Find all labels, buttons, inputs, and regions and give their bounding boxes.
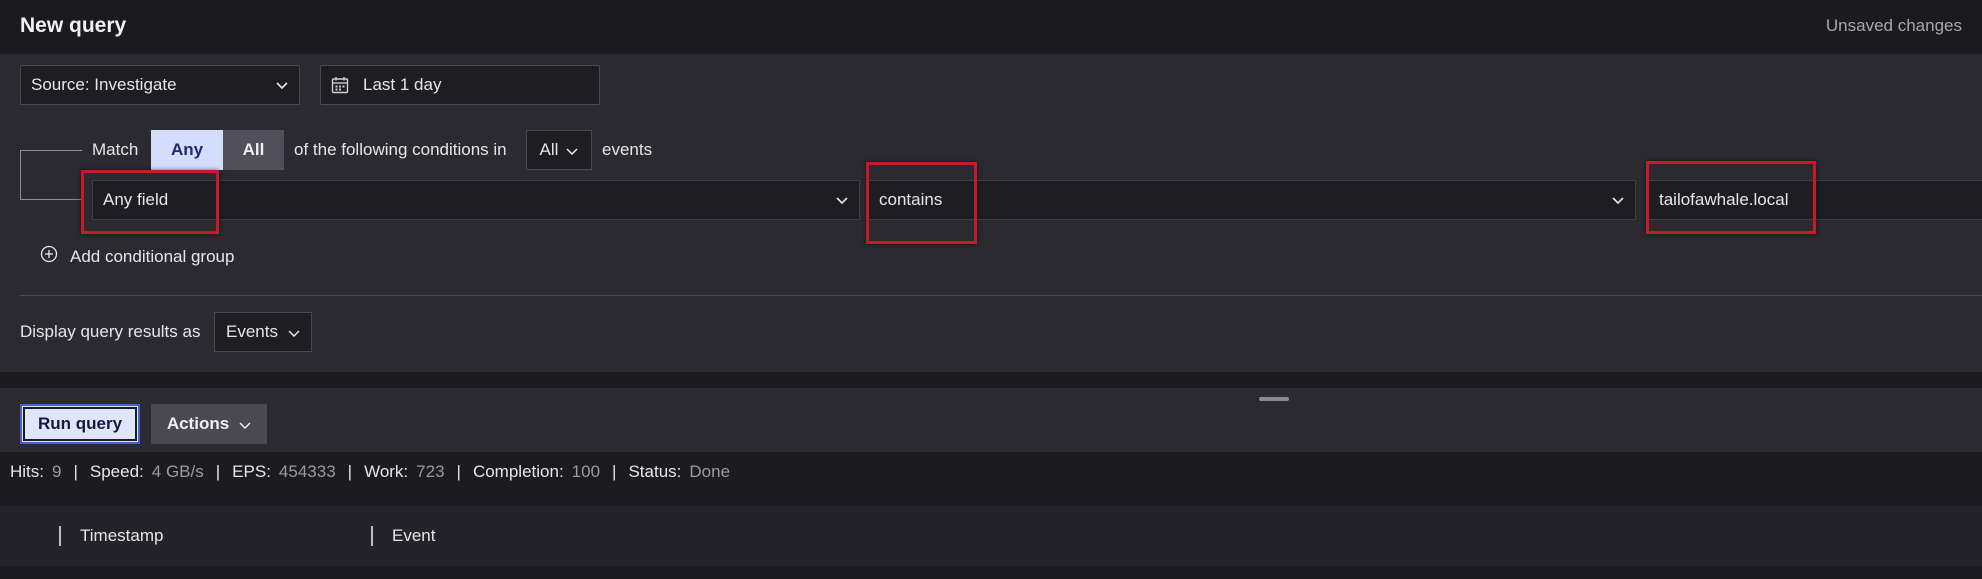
chevron-down-icon: [1611, 190, 1625, 210]
conditions-text: of the following conditions in: [294, 140, 507, 159]
stat-value: 100: [571, 462, 601, 481]
run-toolbar: [0, 388, 1982, 452]
stat-value: Done: [689, 462, 731, 481]
title-bar: [0, 0, 1982, 54]
date-range-label: Last 1 day: [363, 75, 442, 94]
chevron-down-icon: [288, 322, 300, 342]
event-scope-value: All: [539, 140, 559, 159]
query-stats: Hits: 9 | Speed: 4 GB/s | EPS: 454333 | Work: 7…: [10, 462, 731, 481]
stat-key: Hits:: [10, 462, 44, 481]
actions-label: Actions: [166, 414, 230, 433]
condition-group-bracket: [20, 150, 82, 200]
stat-key: Status:: [628, 462, 682, 481]
unsaved-status: Unsaved changes: [1825, 16, 1962, 35]
column-header-event[interactable]: Event: [392, 526, 435, 546]
plus-circle-icon: [40, 245, 58, 268]
add-conditional-group-label: Add conditional group: [70, 246, 235, 266]
resize-handle[interactable]: [1259, 397, 1289, 401]
stat-key: Completion:: [472, 462, 564, 481]
chevron-down-icon: [835, 190, 849, 210]
stat-value: 4 GB/s: [151, 462, 204, 481]
stat-key: EPS:: [232, 462, 271, 481]
display-results-select[interactable]: Events: [214, 312, 312, 352]
run-query-button[interactable]: Run query: [20, 404, 140, 444]
chevron-down-icon: [239, 414, 251, 434]
display-results-value: Events: [226, 322, 278, 341]
chevron-down-icon: [275, 75, 289, 95]
column-header-timestamp[interactable]: Timestamp: [80, 526, 163, 546]
source-select[interactable]: Source: Investigate: [20, 65, 300, 105]
calendar-icon: [331, 76, 349, 94]
stat-key: Speed:: [89, 462, 144, 481]
events-label: events: [602, 140, 653, 159]
panel-separator: [0, 372, 1982, 388]
stat-key: Work:: [364, 462, 409, 481]
actions-button[interactable]: Actions: [151, 404, 267, 444]
column-resize-handle[interactable]: [371, 526, 373, 546]
chevron-down-icon: [566, 140, 578, 160]
section-divider: [20, 295, 1982, 296]
stat-value: 9: [52, 462, 62, 481]
page-title: New query: [20, 14, 127, 37]
highlight-operator-box: [866, 162, 977, 244]
match-label: Match: [92, 140, 139, 159]
display-results-label: Display query results as: [20, 322, 201, 341]
column-resize-handle[interactable]: [59, 526, 61, 546]
match-any-toggle[interactable]: Any: [151, 130, 223, 170]
highlight-value-box: [1646, 161, 1816, 234]
stat-value: 454333: [278, 462, 336, 481]
results-table-header: [0, 506, 1982, 566]
source-select-label: Source: Investigate: [31, 75, 177, 94]
match-all-toggle[interactable]: All: [223, 130, 284, 170]
stat-value: 723: [416, 462, 445, 481]
add-conditional-group-button[interactable]: Add conditional group: [40, 245, 234, 268]
operator-select[interactable]: contains: [868, 180, 1636, 220]
date-range-select[interactable]: Last 1 day: [320, 65, 600, 105]
highlight-field-box: [81, 170, 219, 234]
event-scope-select[interactable]: All: [526, 130, 592, 170]
